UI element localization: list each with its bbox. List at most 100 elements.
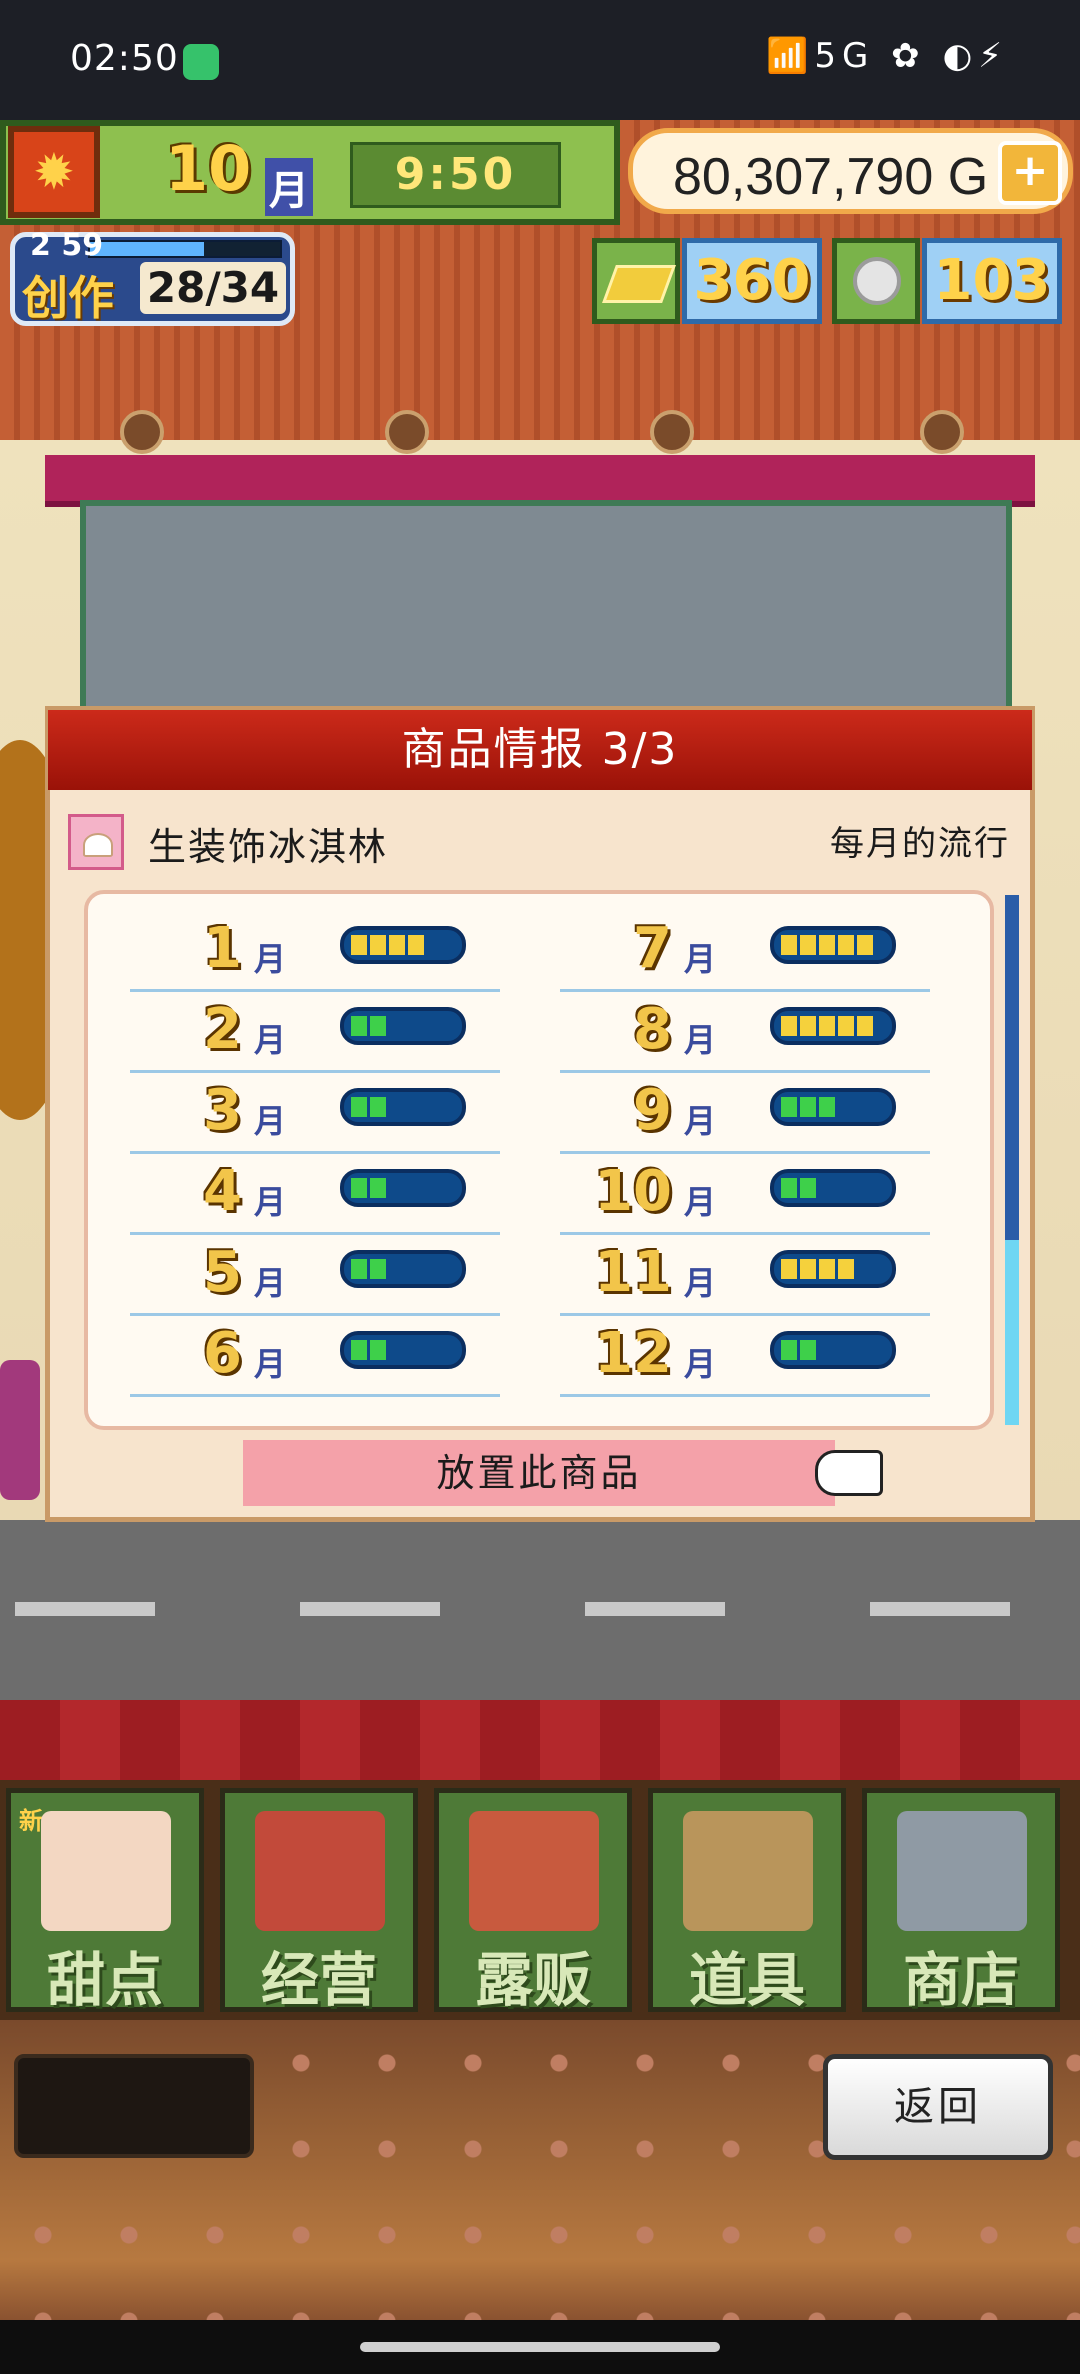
- silver-count: 103: [922, 238, 1062, 324]
- info-box: [14, 2054, 254, 2158]
- gauge-segment: [351, 1097, 367, 1117]
- customer-character: [0, 1360, 40, 1500]
- month-unit: 月: [265, 158, 313, 216]
- month-number: 4: [203, 1159, 242, 1224]
- place-product-button[interactable]: 放置此商品: [243, 1440, 835, 1506]
- gauge-segment: [819, 1259, 835, 1279]
- month-row: 9月: [560, 1074, 930, 1154]
- ice-cream-icon: [68, 814, 124, 870]
- gauge-segment: [389, 1259, 405, 1279]
- month-unit: 月: [684, 1102, 717, 1140]
- menu-label: 甜点: [46, 1946, 163, 2014]
- scrollbar-thumb[interactable]: [1005, 1240, 1019, 1425]
- status-icons: 📶5G ✿ ◐⚡: [766, 36, 1008, 76]
- road-dash: [300, 1602, 440, 1616]
- popularity-gauge: [770, 926, 896, 964]
- popularity-gauge: [340, 926, 466, 964]
- month-row: 3月: [130, 1074, 500, 1154]
- gauge-segment: [819, 1178, 835, 1198]
- menu-label: 露贩: [474, 1946, 591, 2014]
- status-bar: 02:50 📶5G ✿ ◐⚡: [0, 0, 1080, 120]
- back-button[interactable]: 返回: [823, 2054, 1053, 2160]
- gauge-segment: [838, 935, 854, 955]
- menu-store-button[interactable]: 商店: [862, 1788, 1060, 2014]
- experience-bar: [88, 240, 282, 258]
- gauge-segment: [370, 1259, 386, 1279]
- month-number: 1: [203, 916, 242, 981]
- month-number: 9: [633, 1078, 672, 1143]
- gauge-segment: [857, 1016, 873, 1036]
- gauge-segment: [351, 1259, 367, 1279]
- shopping-cart-icon: [897, 1811, 1027, 1931]
- menu-items-button[interactable]: 道具: [648, 1788, 846, 2014]
- lamp-icon: [920, 410, 964, 454]
- popularity-gauge: [770, 1088, 896, 1126]
- menu-label: 经营: [260, 1946, 377, 2014]
- popularity-gauge: [770, 1250, 896, 1288]
- month-number: 11: [594, 1240, 672, 1305]
- month-number: 7: [633, 916, 672, 981]
- gauge-segment: [857, 1097, 873, 1117]
- gauge-segment: [781, 1178, 797, 1198]
- gauge-segment: [389, 935, 405, 955]
- month-unit: 月: [254, 1183, 287, 1221]
- month-number: 6: [203, 1321, 242, 1386]
- gauge-segment: [351, 935, 367, 955]
- gauge-segment: [389, 1097, 405, 1117]
- new-badge: 新: [19, 1807, 43, 1835]
- gauge-segment: [800, 1016, 816, 1036]
- silver-coin-icon: [832, 238, 920, 324]
- gauge-segment: [408, 1259, 424, 1279]
- gauge-segment: [408, 1178, 424, 1198]
- lamp-icon: [385, 410, 429, 454]
- gauge-segment: [857, 1178, 873, 1198]
- month-row: 5月: [130, 1236, 500, 1316]
- month-number: 10: [594, 1159, 672, 1224]
- popularity-gauge: [340, 1088, 466, 1126]
- gauge-segment: [370, 1097, 386, 1117]
- gauge-segment: [370, 935, 386, 955]
- month-row: 12 月: [560, 1317, 930, 1397]
- cake-icon: [41, 1811, 171, 1931]
- gauge-segment: [427, 1016, 443, 1036]
- gauge-segment: [427, 1259, 443, 1279]
- month-unit: 月: [254, 940, 287, 978]
- gauge-segment: [351, 1016, 367, 1036]
- road-dash: [870, 1602, 1010, 1616]
- menu-manage-button[interactable]: 经营: [220, 1788, 418, 2014]
- gauge-segment: [800, 935, 816, 955]
- app-notification-icon: [183, 44, 219, 80]
- money-amount: 80,307,790 G: [673, 148, 989, 206]
- month-unit: 月: [684, 940, 717, 978]
- menu-stall-button[interactable]: 露贩: [434, 1788, 632, 2014]
- pointing-hand-icon: [815, 1450, 883, 1496]
- month-row: 2月: [130, 993, 500, 1073]
- gauge-segment: [800, 1340, 816, 1360]
- popularity-gauge: [340, 1169, 466, 1207]
- gauge-segment: [838, 1259, 854, 1279]
- popularity-gauge: [770, 1331, 896, 1369]
- month-unit: 月: [254, 1021, 287, 1059]
- month-row: 4月: [130, 1155, 500, 1235]
- gold-bar-icon: [592, 238, 680, 324]
- month-unit: 月: [684, 1345, 717, 1383]
- gauge-segment: [819, 1016, 835, 1036]
- gauge-segment: [838, 1178, 854, 1198]
- road-dash: [585, 1602, 725, 1616]
- add-money-button[interactable]: +: [998, 141, 1062, 205]
- gauge-segment: [351, 1340, 367, 1360]
- gauge-segment: [838, 1097, 854, 1117]
- home-indicator[interactable]: [360, 2342, 720, 2352]
- bottom-menu: 新 甜点 经营 露贩 道具 商店: [0, 1780, 1080, 2020]
- gear-bag-icon: [683, 1811, 813, 1931]
- game-clock: 9:50: [350, 142, 561, 208]
- gauge-segment: [819, 1097, 835, 1117]
- gauge-segment: [408, 1340, 424, 1360]
- gauge-segment: [857, 1259, 873, 1279]
- popularity-gauge: [770, 1007, 896, 1045]
- road: [0, 1520, 1080, 1700]
- menu-dessert-button[interactable]: 新 甜点: [6, 1788, 204, 2014]
- gauge-segment: [351, 1178, 367, 1198]
- status-time: 02:50: [70, 38, 179, 79]
- month-number: 10: [165, 132, 252, 205]
